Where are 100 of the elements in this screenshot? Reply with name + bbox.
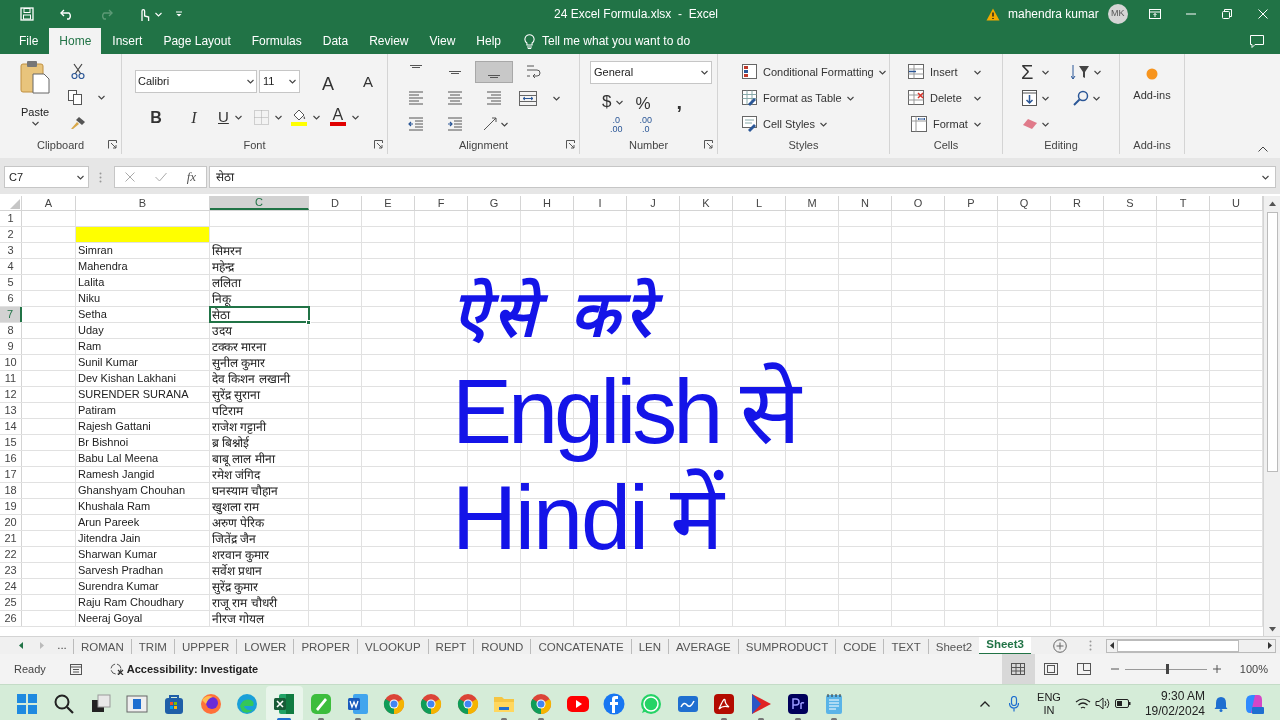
cells-button[interactable]: Format [908, 113, 1002, 135]
currency-button[interactable]: $ [602, 91, 624, 113]
column-header[interactable]: E [362, 196, 415, 210]
column-header[interactable]: L [733, 196, 786, 210]
column-header[interactable]: K [680, 196, 733, 210]
column-header[interactable]: F [415, 196, 468, 210]
column-header[interactable]: T [1157, 196, 1210, 210]
dialog-launcher-icon[interactable] [374, 140, 383, 149]
column-header[interactable]: C [210, 196, 309, 210]
grow-font-button[interactable]: A [315, 70, 341, 93]
fill-button[interactable] [1021, 87, 1050, 109]
notifications-button[interactable] [1214, 695, 1228, 712]
user-avatar[interactable]: MK [1107, 4, 1128, 24]
column-header[interactable]: I [574, 196, 627, 210]
ribbon-tab[interactable]: File [9, 28, 49, 54]
microphone-button[interactable] [1009, 695, 1020, 712]
table-cell: महेन्द्र [210, 259, 309, 274]
column-header[interactable]: A [22, 196, 76, 210]
clock[interactable]: 9:30 AM 19/02/2024 [1144, 688, 1205, 719]
column-header[interactable]: N [839, 196, 892, 210]
number-format-field[interactable]: General [590, 61, 712, 84]
caret-icon [234, 114, 242, 120]
more-sheets-button[interactable]: ... [54, 636, 70, 655]
dialog-launcher-icon[interactable] [108, 140, 117, 149]
font-size-field[interactable]: 11 [259, 70, 300, 93]
scroll-left-button[interactable] [1107, 642, 1117, 649]
scrollbar-thumb[interactable] [1117, 639, 1239, 652]
zoom-level[interactable]: 100% [1239, 660, 1268, 678]
italic-button[interactable]: I [182, 106, 206, 128]
shrink-font-button[interactable]: A [355, 70, 381, 93]
column-header[interactable]: Q [998, 196, 1051, 210]
styles-button[interactable]: Format as Table [742, 87, 889, 109]
ribbon-tab[interactable]: Review [359, 28, 419, 54]
column-header[interactable]: M [786, 196, 839, 210]
column-header[interactable]: R [1051, 196, 1104, 210]
row-header[interactable]: 7 [0, 307, 22, 322]
zoom-in-button[interactable] [1212, 665, 1221, 673]
collapse-ribbon-button[interactable] [1258, 146, 1268, 152]
column-header[interactable]: G [468, 196, 521, 210]
normal-view-button[interactable] [1001, 654, 1035, 684]
table-cell: राजू राम चौधरी [210, 595, 309, 610]
ring-icon [382, 691, 407, 716]
decrease-decimal-button[interactable]: .00 .0 [639, 116, 653, 134]
autosum-button[interactable]: Σ [1021, 61, 1050, 83]
ribbon-tab[interactable]: Home [49, 28, 102, 54]
increase-decimal-button[interactable]: .0 .00 [610, 116, 623, 134]
accessibility-button[interactable]: Accessibility: Investigate [109, 660, 259, 678]
ribbon-tab[interactable]: Page Layout [153, 28, 241, 54]
paste-button[interactable]: Paste [12, 60, 58, 136]
align-lines-icon [447, 90, 463, 106]
font-name-field[interactable]: Calibri [135, 70, 257, 93]
sheet-tab[interactable]: Sheet3 [979, 637, 1031, 655]
add-ins-button[interactable]: Add-ins [1120, 54, 1184, 104]
minus-icon [1110, 668, 1119, 670]
add-sheet-button[interactable] [1052, 638, 1067, 653]
vertical-align-button[interactable] [475, 61, 513, 83]
dialog-launcher-icon[interactable] [566, 140, 575, 149]
page-break-icon [1077, 663, 1092, 675]
scrollbar-thumb[interactable] [1266, 212, 1278, 472]
column-header[interactable]: O [892, 196, 945, 210]
dialog-launcher-icon[interactable] [704, 140, 713, 149]
zoom-slider-thumb[interactable] [1166, 664, 1170, 674]
taskbar-button[interactable] [265, 685, 303, 720]
table-cell: Ram [76, 339, 210, 354]
horizontal-scrollbar[interactable] [1106, 638, 1276, 653]
caret-icon [501, 121, 508, 127]
name-box[interactable]: C7 [4, 166, 89, 188]
underline-button[interactable]: U [218, 106, 242, 128]
active-cell[interactable]: सेठा [210, 307, 309, 322]
save-button[interactable] [17, 4, 37, 24]
table-cell: Ghanshyam Chouhan [76, 483, 210, 498]
language-indicator[interactable]: ENG IN [1037, 690, 1061, 717]
table-style-icon [742, 116, 758, 132]
caret-icon [312, 114, 320, 120]
ribbon-tab[interactable]: Help [466, 28, 511, 54]
insert-function-button[interactable]: fx [186, 167, 197, 187]
caret-icon [155, 11, 162, 17]
cells-button[interactable]: Insert [908, 61, 1002, 83]
styles-button[interactable]: Cell Styles [742, 113, 889, 135]
ribbon-tab[interactable]: View [419, 28, 466, 54]
copilot-button[interactable] [1243, 692, 1265, 715]
tell-me-search[interactable]: Tell me what you want to do [542, 32, 691, 50]
ribbon-tab[interactable]: Insert [102, 28, 153, 54]
bold-button[interactable]: B [144, 106, 168, 128]
styles-button[interactable]: Conditional Formatting [742, 61, 889, 83]
comma-style-button[interactable]: , [676, 91, 683, 113]
formula-input[interactable]: सेठा [209, 166, 1276, 188]
font-color-button[interactable]: A [329, 106, 359, 128]
caret-icon [1041, 95, 1049, 101]
ribbon-tab[interactable]: Formulas [241, 28, 312, 54]
column-header[interactable]: H [521, 196, 574, 210]
column-header[interactable]: S [1104, 196, 1157, 210]
column-header[interactable]: D [309, 196, 362, 210]
scroll-right-button[interactable] [1265, 642, 1275, 649]
column-header[interactable]: J [627, 196, 680, 210]
cells-button[interactable]: Delete [908, 87, 1002, 109]
ribbon-tab[interactable]: Data [312, 28, 359, 54]
cells-icon [911, 116, 927, 132]
percent-button[interactable]: % [635, 91, 651, 113]
column-header[interactable]: P [945, 196, 998, 210]
